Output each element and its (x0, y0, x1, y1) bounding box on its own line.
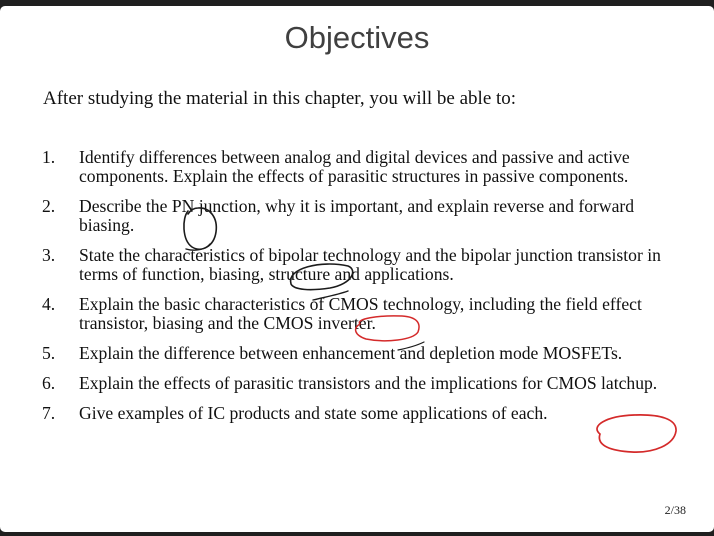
item-text: Give examples of IC products and state s… (79, 403, 548, 423)
item-number: 4. (42, 294, 56, 314)
item-text: Identify differences between analog and … (79, 147, 630, 186)
item-text: Describe the PN junction, why it is impo… (79, 196, 635, 235)
list-item: 1. Identify differences between analog an… (42, 148, 682, 186)
item-number: 7. (42, 403, 56, 423)
item-text: Explain the basic characteristics of CMO… (79, 294, 642, 333)
intro-text: After studying the material in this chap… (43, 88, 517, 109)
list-item: 3. State the characteristics of bipolar t… (42, 246, 682, 284)
item-number: 3. (42, 245, 56, 265)
item-number: 5. (42, 343, 56, 363)
item-text: Explain the difference between enhanceme… (79, 343, 623, 363)
list-item: 2. Describe the PN junction, why it is im… (42, 197, 682, 235)
slide-title: Objectives (284, 20, 430, 55)
slide: Objectives After studying the material i… (0, 6, 714, 532)
item-text: Explain the effects of parasitic transis… (79, 373, 658, 393)
item-number: 1. (42, 147, 56, 167)
objectives-list: 1. Identify differences between analog an… (42, 148, 682, 434)
list-item: 6. Explain the effects of parasitic trans… (42, 374, 682, 393)
list-item: 5. Explain the difference between enhance… (42, 344, 682, 363)
item-number: 2. (42, 196, 56, 216)
item-text: State the characteristics of bipolar tec… (79, 245, 661, 284)
item-number: 6. (42, 373, 56, 393)
list-item: 7. Give examples of IC products and state… (42, 404, 682, 423)
page-number: 2/38 (664, 503, 686, 517)
list-item: 4. Explain the basic characteristics of C… (42, 295, 682, 333)
